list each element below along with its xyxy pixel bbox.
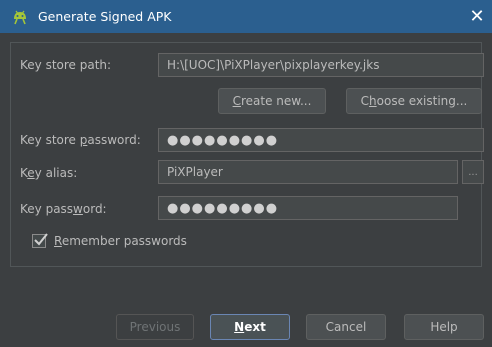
next-label: ext — [244, 320, 266, 334]
create-new-button[interactable]: Create new... — [218, 88, 326, 114]
window-title: Generate Signed APK — [38, 9, 172, 24]
keystore-password-field[interactable]: ●●●●●●●●● — [158, 128, 484, 152]
key-alias-field[interactable]: PiXPlayer — [158, 160, 458, 184]
remember-passwords-checkbox[interactable] — [32, 233, 48, 248]
cancel-button[interactable]: Cancel — [306, 314, 386, 340]
previous-button: Previous — [116, 314, 194, 340]
key-password-label: Key password: — [20, 202, 107, 216]
remember-passwords-label: Remember passwords — [54, 234, 187, 248]
checkmark-icon — [34, 233, 48, 246]
title-bar: Generate Signed APK ✕ — [0, 0, 492, 33]
create-new-label: reate new... — [240, 94, 312, 108]
remember-passwords-row[interactable]: Remember passwords — [32, 233, 187, 248]
close-icon[interactable]: ✕ — [462, 0, 492, 33]
choose-existing-before: C — [360, 94, 370, 108]
choose-existing-label: oose existing... — [376, 94, 468, 108]
keystore-path-field[interactable]: H:\[UOC]\PiXPlayer\pixplayerkey.jks — [158, 53, 484, 77]
create-new-accel: C — [232, 94, 241, 108]
help-button[interactable]: Help — [404, 314, 484, 340]
choose-existing-accel: h — [369, 94, 377, 108]
browse-alias-button[interactable]: ... — [462, 160, 484, 184]
next-button[interactable]: Next — [210, 314, 290, 340]
keystore-password-label: Key store password: — [20, 133, 141, 147]
next-accel: N — [234, 320, 245, 334]
key-password-field[interactable]: ●●●●●●●●● — [158, 196, 458, 220]
choose-existing-button[interactable]: Ch oose existing... — [346, 88, 482, 114]
keystore-path-label: Key store path: — [20, 58, 112, 72]
key-alias-label: Key alias: — [20, 166, 78, 180]
android-studio-icon — [10, 7, 30, 27]
